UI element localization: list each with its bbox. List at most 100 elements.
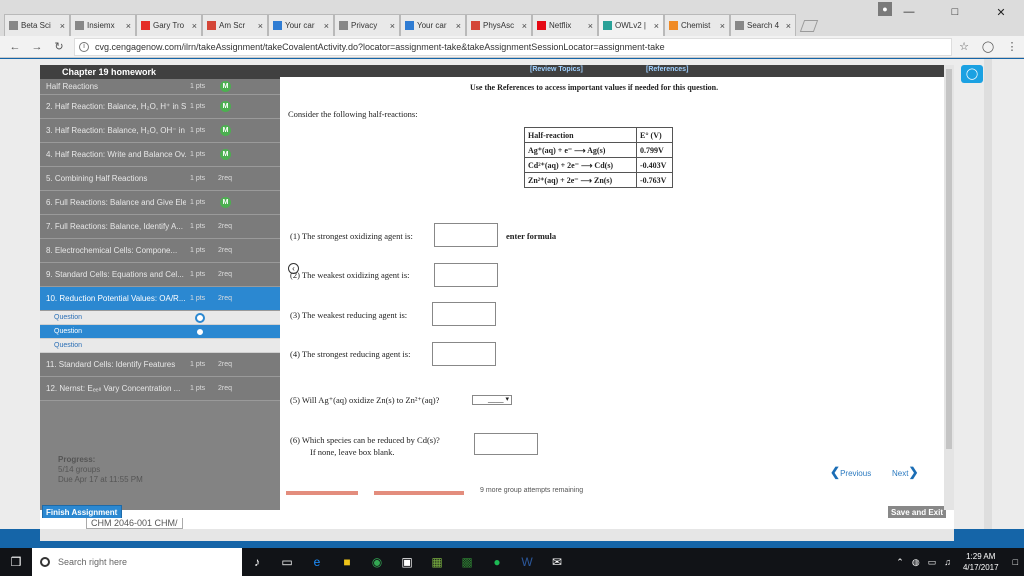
mail-icon[interactable]: ✉: [542, 548, 572, 576]
references-link[interactable]: [References]: [646, 66, 688, 73]
previous-button[interactable]: ❮Previous: [830, 465, 871, 479]
c-icon: [669, 21, 678, 30]
sidebar-item[interactable]: 7. Full Reactions: Balance, Identify A..…: [40, 215, 280, 239]
sidebar-item[interactable]: 8. Electrochemical Cells: Compone... 1 pt…: [40, 239, 280, 263]
word-icon[interactable]: W: [512, 548, 542, 576]
answer-6-input[interactable]: [474, 433, 538, 455]
browser-tab[interactable]: Chemist ×: [664, 14, 730, 36]
clock[interactable]: 1:29 AM 4/17/2017: [963, 551, 999, 573]
sidebar-item[interactable]: 9. Standard Cells: Equations and Cel... 1…: [40, 263, 280, 287]
content-scrollbar[interactable]: [944, 65, 954, 510]
tab-close-icon[interactable]: ×: [786, 21, 791, 31]
sidebar-item[interactable]: 2. Half Reaction: Balance, H₂O, H⁺ in S.…: [40, 95, 280, 119]
sidebar-item[interactable]: Half Reactions 1 pts M: [40, 79, 280, 95]
browser-tab[interactable]: PhysAsc ×: [466, 14, 532, 36]
browser-tab[interactable]: Beta Sci ×: [4, 14, 70, 36]
browser-tab[interactable]: Privacy ×: [334, 14, 400, 36]
tab-close-icon[interactable]: ×: [60, 21, 65, 31]
browser-tab[interactable]: Am Scr ×: [202, 14, 268, 36]
tab-close-icon[interactable]: ×: [720, 21, 725, 31]
edge-icon[interactable]: e: [302, 548, 332, 576]
minecraft-icon[interactable]: ▦: [422, 548, 452, 576]
half-reaction-table: Half-reaction E° (V) Ag⁺(aq) + e⁻ ⟶ Ag(s…: [524, 127, 673, 188]
forward-icon[interactable]: →: [30, 41, 44, 53]
reload-icon[interactable]: ↻: [52, 40, 66, 53]
tab-close-icon[interactable]: ×: [390, 21, 395, 31]
page-scrollbar[interactable]: [984, 59, 992, 529]
tab-close-icon[interactable]: ×: [522, 21, 527, 31]
microphone-icon[interactable]: ♪: [242, 548, 272, 576]
sidebar-item[interactable]: 10. Reduction Potential Values: OA/R... 1…: [40, 287, 280, 311]
horizontal-scrollbar[interactable]: [40, 529, 954, 541]
sidebar-item[interactable]: 3. Half Reaction: Balance, H₂O, OH⁻ in .…: [40, 119, 280, 143]
sidebar-subitem-question[interactable]: Question: [40, 339, 280, 353]
sidebar-item[interactable]: 6. Full Reactions: Balance and Give Ele.…: [40, 191, 280, 215]
check-circle-icon: [195, 327, 205, 337]
browser-tab[interactable]: Your car ×: [400, 14, 466, 36]
file-explorer-icon[interactable]: ■: [332, 548, 362, 576]
close-icon[interactable]: ✕: [978, 0, 1024, 24]
answer-3-input[interactable]: [432, 302, 496, 326]
sidebar: Chapter 19 homework Half Reactions 1 pts M…: [40, 65, 280, 519]
volume-icon[interactable]: ♫: [944, 557, 951, 567]
battery-icon[interactable]: ▭: [928, 557, 937, 568]
chrome-icon[interactable]: ◉: [362, 548, 392, 576]
tab-close-icon[interactable]: ×: [192, 21, 197, 31]
minimize-icon[interactable]: —: [886, 0, 932, 24]
menu-icon[interactable]: ⋮: [1004, 40, 1020, 53]
task-view-icon[interactable]: ▭: [272, 548, 302, 576]
browser-tab[interactable]: Search 4 ×: [730, 14, 796, 36]
tab-close-icon[interactable]: ×: [324, 21, 329, 31]
answer-5-select[interactable]: ____ ▾: [472, 395, 512, 405]
back-icon[interactable]: ←: [8, 41, 22, 53]
next-button[interactable]: Next❯: [892, 465, 919, 479]
browser-tab[interactable]: Insiemx ×: [70, 14, 136, 36]
retry-entire-group-button[interactable]: [374, 491, 464, 495]
browser-tab[interactable]: Gary Tro ×: [136, 14, 202, 36]
answer-1-input[interactable]: [434, 223, 498, 247]
browser-tab[interactable]: Your car ×: [268, 14, 334, 36]
tab-close-icon[interactable]: ×: [654, 21, 659, 31]
windows-start-icon[interactable]: ❒: [0, 555, 32, 569]
scrollbar-thumb[interactable]: [946, 69, 952, 449]
store-icon[interactable]: ▣: [392, 548, 422, 576]
sidebar-item[interactable]: 4. Half Reaction: Write and Balance Ov..…: [40, 143, 280, 167]
star-icon[interactable]: ☆: [956, 40, 972, 53]
new-tab-button[interactable]: [799, 20, 819, 32]
taskbar-search[interactable]: Search right here: [32, 548, 242, 576]
required-badge: 2req: [218, 295, 233, 302]
progress-value: 5/14 groups: [58, 465, 101, 474]
submit-answer-button[interactable]: [286, 491, 358, 495]
points-label: 1 pts: [190, 175, 206, 182]
sidebar-subitem-question[interactable]: Question: [40, 311, 280, 325]
sidebar-item[interactable]: 12. Nernst: Eₑₑₗₗ Vary Concentration ...…: [40, 377, 280, 401]
tab-close-icon[interactable]: ×: [126, 21, 131, 31]
answer-4-input[interactable]: [432, 342, 496, 366]
tray-chevron-icon[interactable]: ⌃: [896, 557, 904, 568]
review-topics-link[interactable]: [Review Topics]: [530, 66, 583, 73]
tab-close-icon[interactable]: ×: [588, 21, 593, 31]
tab-close-icon[interactable]: ×: [258, 21, 263, 31]
notifications-icon[interactable]: □: [1013, 557, 1018, 567]
question-4-label: (4) The strongest reducing agent is:: [290, 349, 411, 359]
tab-title: OWLv2 |: [615, 21, 646, 30]
browser-tab[interactable]: OWLv2 | ×: [598, 14, 664, 36]
sidebar-item[interactable]: 11. Standard Cells: Identify Features 1 p…: [40, 353, 280, 377]
tab-close-icon[interactable]: ×: [456, 21, 461, 31]
sidebar-item[interactable]: 5. Combining Half Reactions 1 pts 2req: [40, 167, 280, 191]
question-3-label: (3) The weakest reducing agent is:: [290, 310, 408, 320]
address-bar[interactable]: i cvg.cengagenow.com/ilrn/takeAssignment…: [74, 37, 952, 56]
table-cell: Ag⁺(aq) + e⁻ ⟶ Ag(s): [524, 142, 637, 158]
spotify-icon[interactable]: ●: [482, 548, 512, 576]
excel-icon[interactable]: ▩: [452, 548, 482, 576]
browser-tab[interactable]: Netflix ×: [532, 14, 598, 36]
shield-icon[interactable]: ◯: [980, 40, 996, 53]
maximize-icon[interactable]: □: [932, 0, 978, 24]
chat-icon[interactable]: ◯: [961, 65, 983, 83]
network-icon[interactable]: ◍: [912, 557, 920, 568]
sidebar-subitem-question[interactable]: Question: [40, 325, 280, 339]
sidebar-item-label: 2. Half Reaction: Balance, H₂O, H⁺ in S.…: [46, 102, 186, 111]
info-icon[interactable]: i: [79, 41, 89, 52]
finish-assignment-button[interactable]: Finish Assignment: [42, 505, 122, 519]
answer-2-input[interactable]: [434, 263, 498, 287]
